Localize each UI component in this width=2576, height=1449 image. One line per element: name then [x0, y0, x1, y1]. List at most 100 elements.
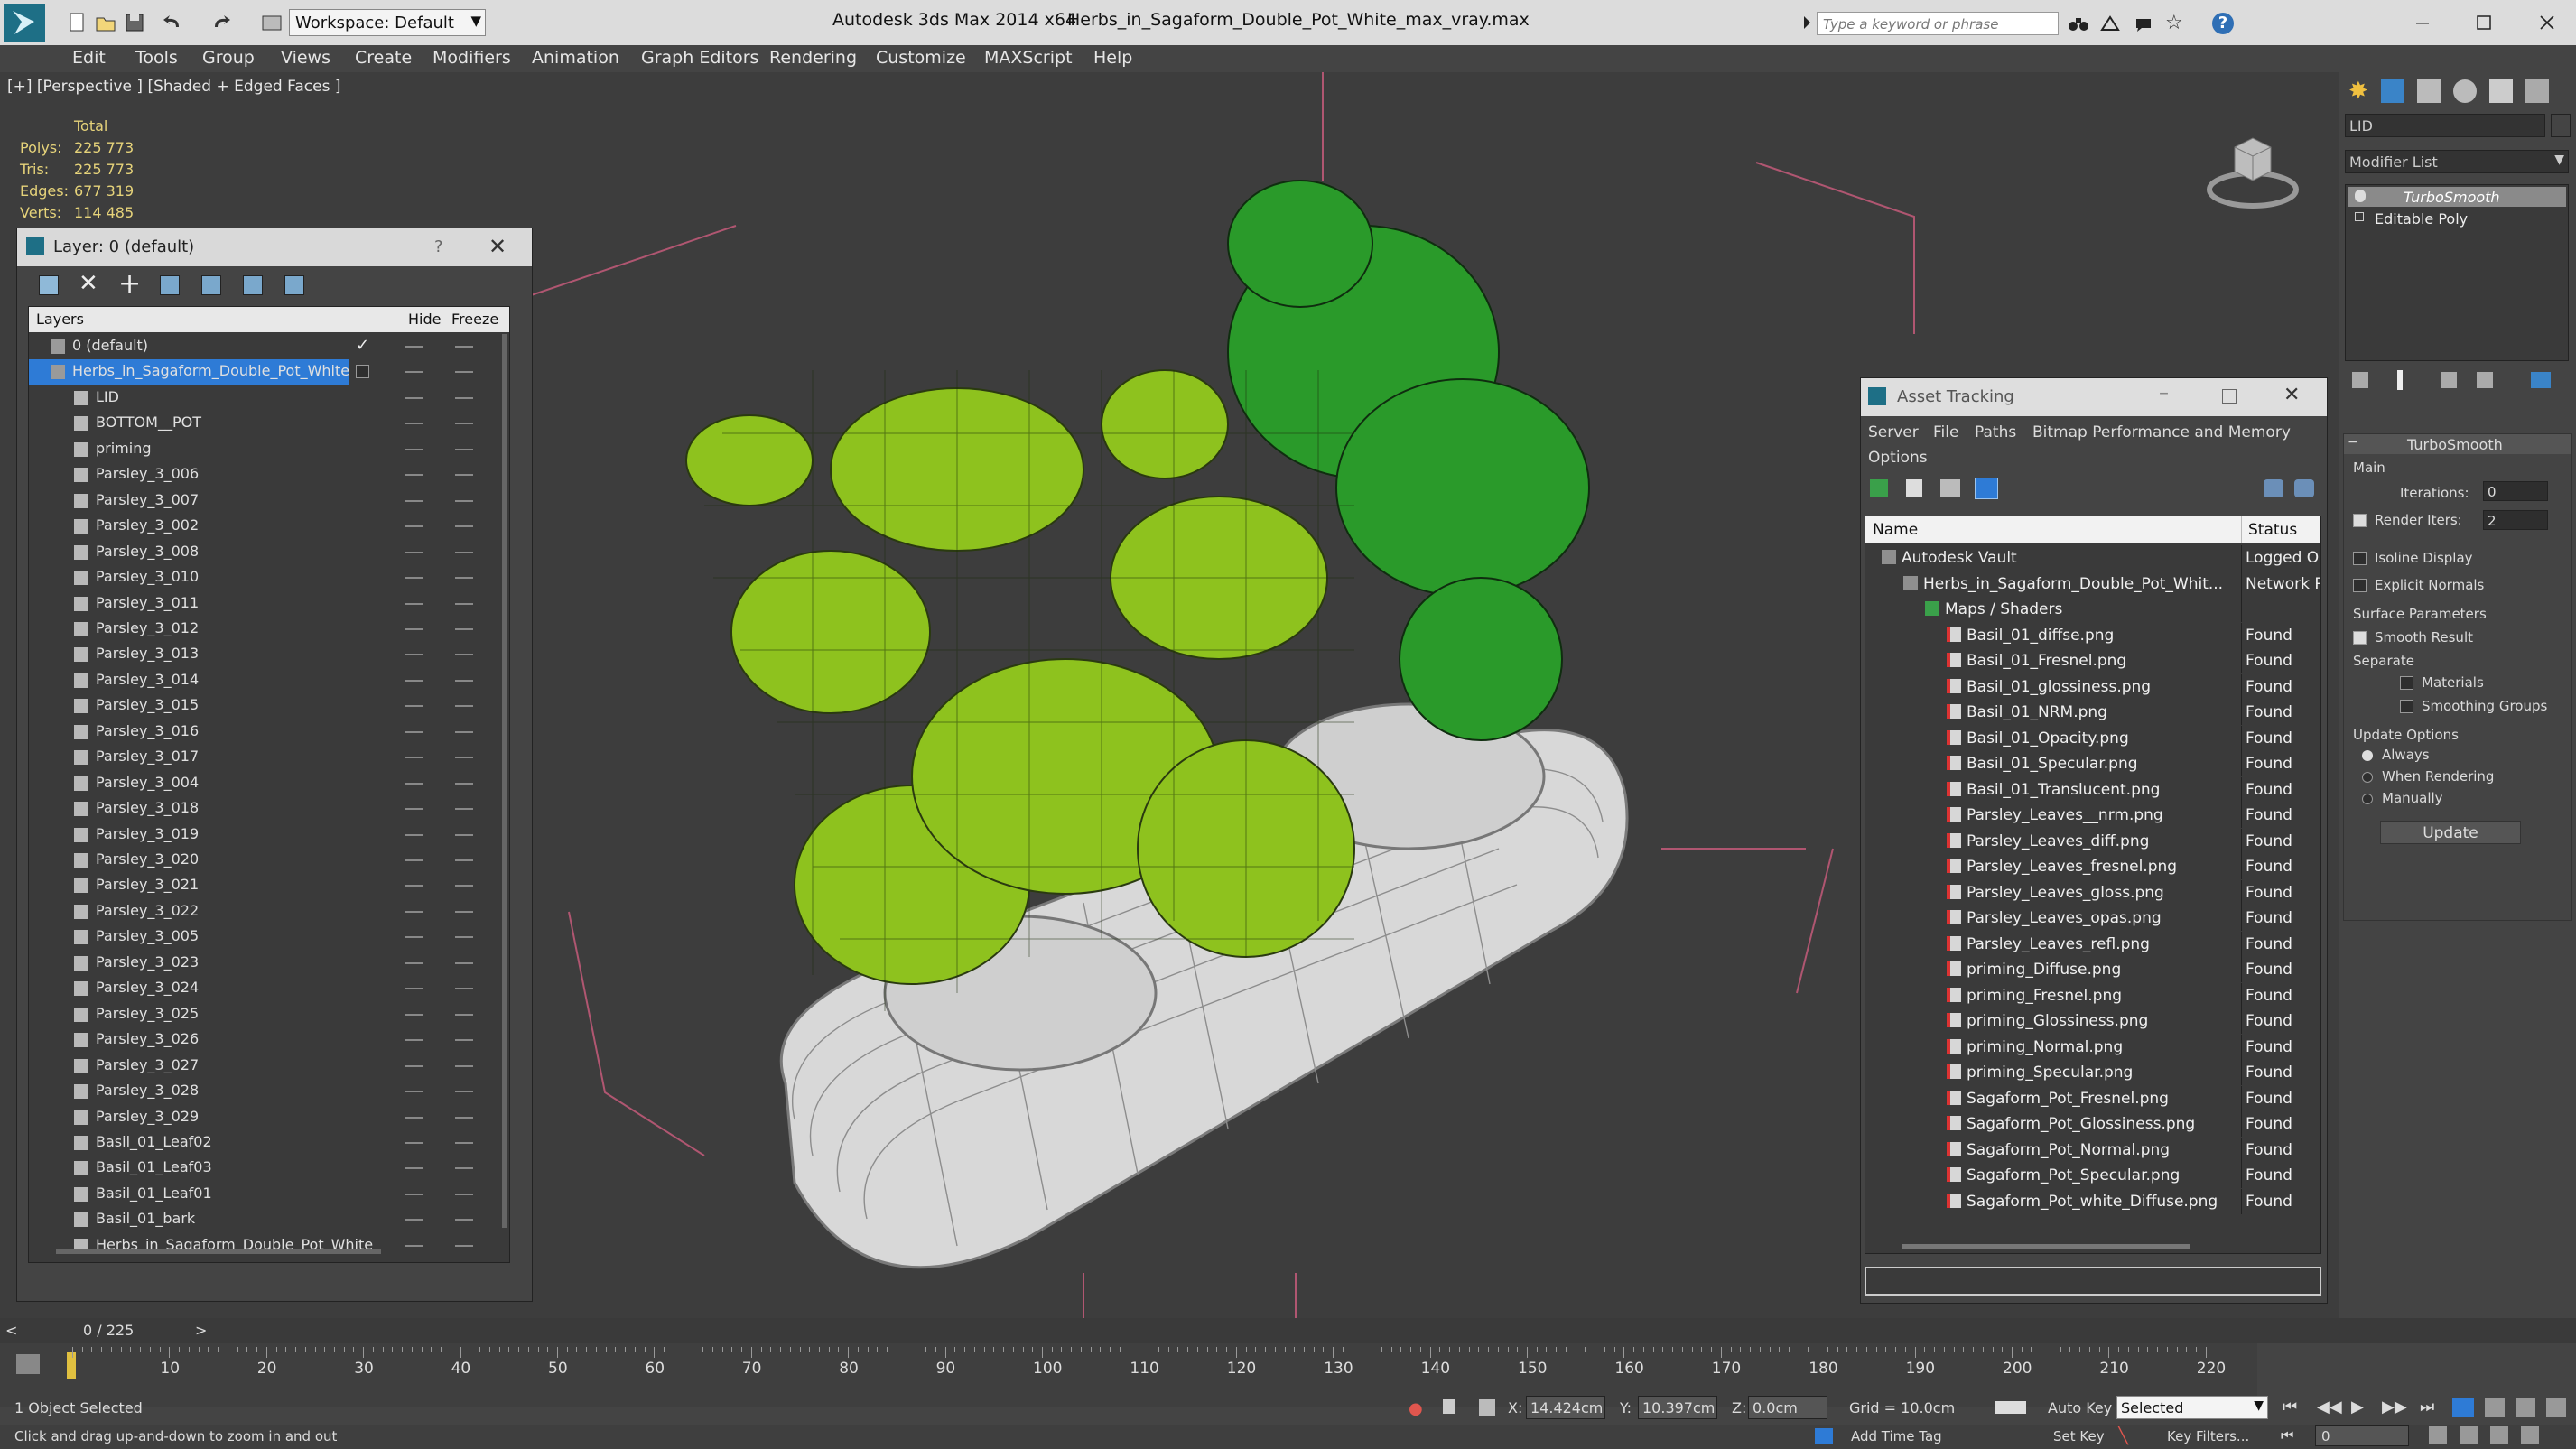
close-icon[interactable]: ✕ [2283, 384, 2300, 406]
hierarchy-tab-icon[interactable] [2417, 79, 2441, 103]
freeze-toggle[interactable] [455, 1193, 473, 1195]
asset-row[interactable]: Autodesk Vault Logged Ou [1865, 545, 2320, 571]
orbit-icon[interactable] [2490, 1426, 2508, 1444]
close-icon[interactable]: ✕ [488, 234, 507, 259]
layer-row[interactable]: Parsley_3_006 [29, 462, 489, 488]
key-mode-dropdown[interactable]: Selected ▼ [2116, 1396, 2268, 1419]
hide-toggle[interactable] [405, 1244, 423, 1247]
layer-row[interactable]: Parsley_3_008 [29, 540, 489, 565]
hide-toggle[interactable] [405, 988, 423, 990]
freeze-toggle[interactable] [455, 448, 473, 450]
freeze-toggle[interactable] [455, 961, 473, 964]
menu-create[interactable]: Create [355, 48, 412, 68]
search-expand-icon[interactable] [1801, 14, 1812, 32]
freeze-toggle[interactable] [455, 705, 473, 708]
key-icon[interactable] [1995, 1401, 2026, 1414]
viewcube-icon[interactable] [2203, 116, 2302, 215]
menu-help[interactable]: Help [1093, 48, 1132, 68]
asset-row[interactable]: Sagaform_Pot_Fresnel.png Found [1865, 1085, 2320, 1111]
time-tag-icon[interactable] [1815, 1428, 1833, 1444]
hide-toggle[interactable] [405, 808, 423, 811]
hide-toggle[interactable] [405, 423, 423, 425]
render-iters-checkbox[interactable] [2353, 514, 2367, 527]
help-icon[interactable] [2264, 479, 2283, 497]
layer-row[interactable]: BOTTOM__POT [29, 411, 489, 436]
asset-menu-file[interactable]: File [1933, 423, 1958, 441]
menu-rendering[interactable]: Rendering [769, 48, 857, 68]
set-key-button[interactable]: Set Key [2053, 1428, 2105, 1444]
layer-row[interactable]: Parsley_3_022 [29, 899, 489, 924]
freeze-toggle[interactable] [455, 627, 473, 630]
freeze-toggle[interactable] [455, 346, 473, 348]
menu-group[interactable]: Group [202, 48, 255, 68]
hide-toggle[interactable] [405, 627, 423, 630]
freeze-toggle[interactable] [455, 1013, 473, 1016]
search-input[interactable]: Type a keyword or phrase [1817, 12, 2059, 35]
hide-toggle[interactable] [405, 833, 423, 836]
render-iters-spinner[interactable]: 2 [2483, 510, 2548, 530]
freeze-toggle[interactable] [455, 1091, 473, 1093]
freeze-toggle[interactable] [455, 730, 473, 733]
asset-row[interactable]: Basil_01_Fresnel.png Found [1865, 648, 2320, 673]
favorites-star-icon[interactable]: ☆ [2165, 13, 2187, 34]
menu-edit[interactable]: Edit [72, 48, 106, 68]
asset-row[interactable]: Parsley_Leaves_fresnel.png Found [1865, 854, 2320, 879]
key-filters-button[interactable]: Key Filters... [2167, 1428, 2249, 1444]
always-radio[interactable] [2362, 750, 2373, 761]
prev-key-icon[interactable]: ◀◀ [2317, 1398, 2342, 1416]
hide-toggle[interactable] [405, 1064, 423, 1067]
layer-row[interactable]: Parsley_3_005 [29, 924, 489, 950]
next-key-icon[interactable]: ▶▶ [2382, 1398, 2407, 1416]
freeze-toggle[interactable] [455, 757, 473, 759]
menu-modifiers[interactable]: Modifiers [432, 48, 511, 68]
workspace-dropdown[interactable]: Workspace: Default ▼ [289, 9, 486, 36]
asset-row[interactable]: Herbs_in_Sagaform_Double_Pot_Whit... Netw… [1865, 571, 2320, 597]
layer-list-vscroll[interactable] [502, 334, 507, 1228]
freeze-toggle[interactable] [455, 1064, 473, 1067]
hide-toggle[interactable] [405, 757, 423, 759]
asset-row[interactable]: priming_Diffuse.png Found [1865, 957, 2320, 982]
layer-row[interactable]: Parsley_3_029 [29, 1105, 489, 1130]
asset-row[interactable]: priming_Normal.png Found [1865, 1034, 2320, 1060]
asset-window-titlebar[interactable]: Asset Tracking – ✕ [1861, 378, 2327, 416]
zoom-all-icon[interactable] [2485, 1398, 2505, 1417]
layer-row[interactable]: Herbs_in_Sagaform_Double_Pot_White [29, 1233, 489, 1259]
field-of-view-icon[interactable] [2521, 1426, 2539, 1444]
layer-row[interactable]: Parsley_3_025 [29, 1002, 489, 1027]
next-frame-icon[interactable]: > [195, 1322, 207, 1339]
manually-radio[interactable] [2362, 794, 2373, 804]
hide-toggle[interactable] [405, 1013, 423, 1016]
hide-toggle[interactable] [405, 705, 423, 708]
pin-icon[interactable]: ● [1409, 1399, 1423, 1418]
layer-row[interactable]: Parsley_3_027 [29, 1054, 489, 1079]
light-bulb-icon[interactable] [2355, 190, 2366, 202]
freeze-toggle[interactable] [455, 1039, 473, 1042]
make-current-checkbox[interactable] [356, 365, 369, 379]
current-layer-check-icon[interactable]: ✓ [356, 336, 369, 355]
hide-toggle[interactable] [405, 396, 423, 399]
hide-toggle[interactable] [405, 961, 423, 964]
undo-icon[interactable] [161, 11, 184, 34]
utilities-tab-icon[interactable] [2525, 79, 2549, 103]
auto-key-button[interactable]: Auto Key [2048, 1399, 2112, 1416]
app-logo-icon[interactable] [4, 4, 45, 42]
menu-tools[interactable]: Tools [135, 48, 178, 68]
object-name-field[interactable]: LID [2345, 114, 2545, 137]
update-button[interactable]: Update [2380, 821, 2521, 844]
mini-curve-editor-icon[interactable] [16, 1354, 40, 1374]
go-to-end-icon[interactable]: ⏭ [2420, 1398, 2434, 1416]
select-layer-objects-icon[interactable] [160, 275, 180, 295]
hide-toggle[interactable] [405, 1116, 423, 1119]
explicit-normals-checkbox[interactable] [2353, 579, 2367, 592]
layer-row[interactable]: priming [29, 437, 489, 462]
smoothing-groups-checkbox[interactable] [2400, 700, 2413, 713]
modifier-list-dropdown[interactable]: Modifier List ▼ [2345, 150, 2569, 173]
freeze-toggle[interactable] [455, 936, 473, 939]
asset-row[interactable]: Sagaform_Pot_Normal.png Found [1865, 1137, 2320, 1163]
freeze-toggle[interactable] [455, 988, 473, 990]
new-file-icon[interactable] [65, 11, 88, 34]
add-to-layer-icon[interactable]: + [118, 268, 141, 300]
layer-row[interactable]: Parsley_3_011 [29, 591, 489, 617]
freeze-toggle[interactable] [455, 474, 473, 477]
display-tab-icon[interactable] [2489, 79, 2513, 103]
